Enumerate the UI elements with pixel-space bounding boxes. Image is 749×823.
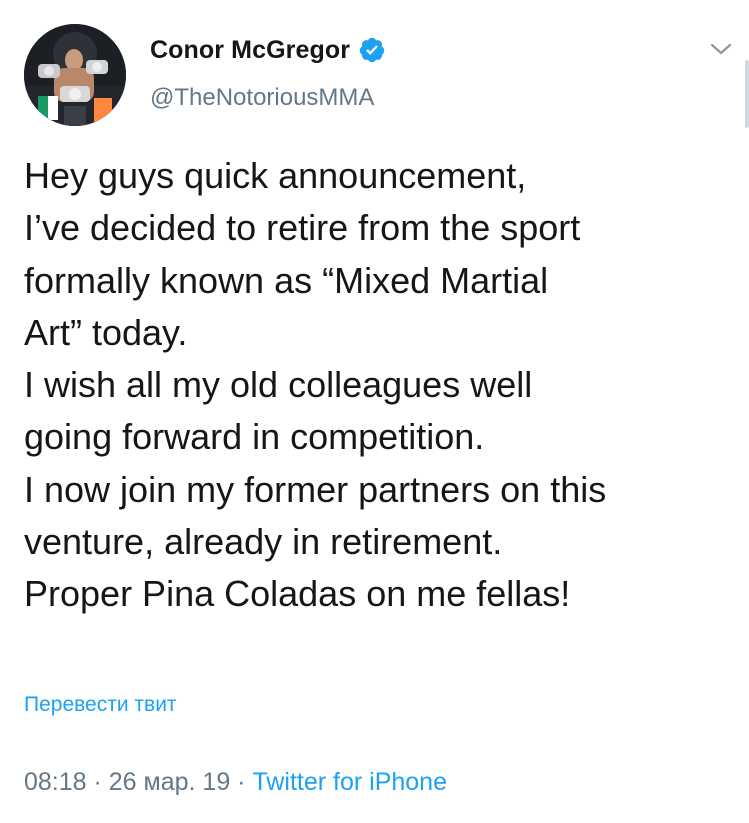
translate-tweet-link[interactable]: Перевести твит: [24, 693, 177, 717]
meta-separator: ·: [86, 768, 109, 796]
tweet-line: Hey guys quick announcement,: [24, 155, 527, 196]
tweet-card: Conor McGregor @TheNotoriousMMA Hey guys…: [0, 0, 749, 823]
author-handle[interactable]: @TheNotoriousMMA: [150, 84, 374, 112]
tweet-line: going forward in competition.: [24, 416, 485, 458]
tweet-line: I wish all my old colleagues well: [24, 364, 533, 406]
avatar[interactable]: [24, 24, 126, 126]
scroll-indicator: [745, 60, 749, 128]
tweet-line: Proper Pina Coladas on me fellas!: [24, 573, 571, 615]
tweet-line: I now join my former partners on this: [24, 468, 607, 510]
author-name-row[interactable]: Conor McGregor: [150, 34, 386, 66]
tweet-line: formally known as “Mixed Martial: [24, 259, 549, 301]
author-display-name[interactable]: Conor McGregor: [150, 36, 350, 65]
avatar-photo: [24, 24, 126, 126]
tweet-line: venture, already in retirement.: [24, 521, 503, 563]
tweet-time: 08:18: [24, 768, 87, 796]
tweet-text: Hey guys quick announcement, I’ve decide…: [24, 150, 739, 621]
tweet-meta: 08:18 · 26 мар. 19 · Twitter for iPhone: [24, 768, 447, 797]
verified-badge-icon: [358, 36, 386, 64]
tweet-date: 26 мар. 19: [108, 768, 231, 796]
tweet-line: I’ve decided to retire from the sport: [24, 207, 581, 249]
tweet-source-link[interactable]: Twitter for iPhone: [252, 768, 447, 796]
meta-separator: ·: [230, 768, 253, 796]
chevron-down-icon[interactable]: [706, 38, 736, 60]
tweet-line: Art” today.: [24, 311, 188, 353]
